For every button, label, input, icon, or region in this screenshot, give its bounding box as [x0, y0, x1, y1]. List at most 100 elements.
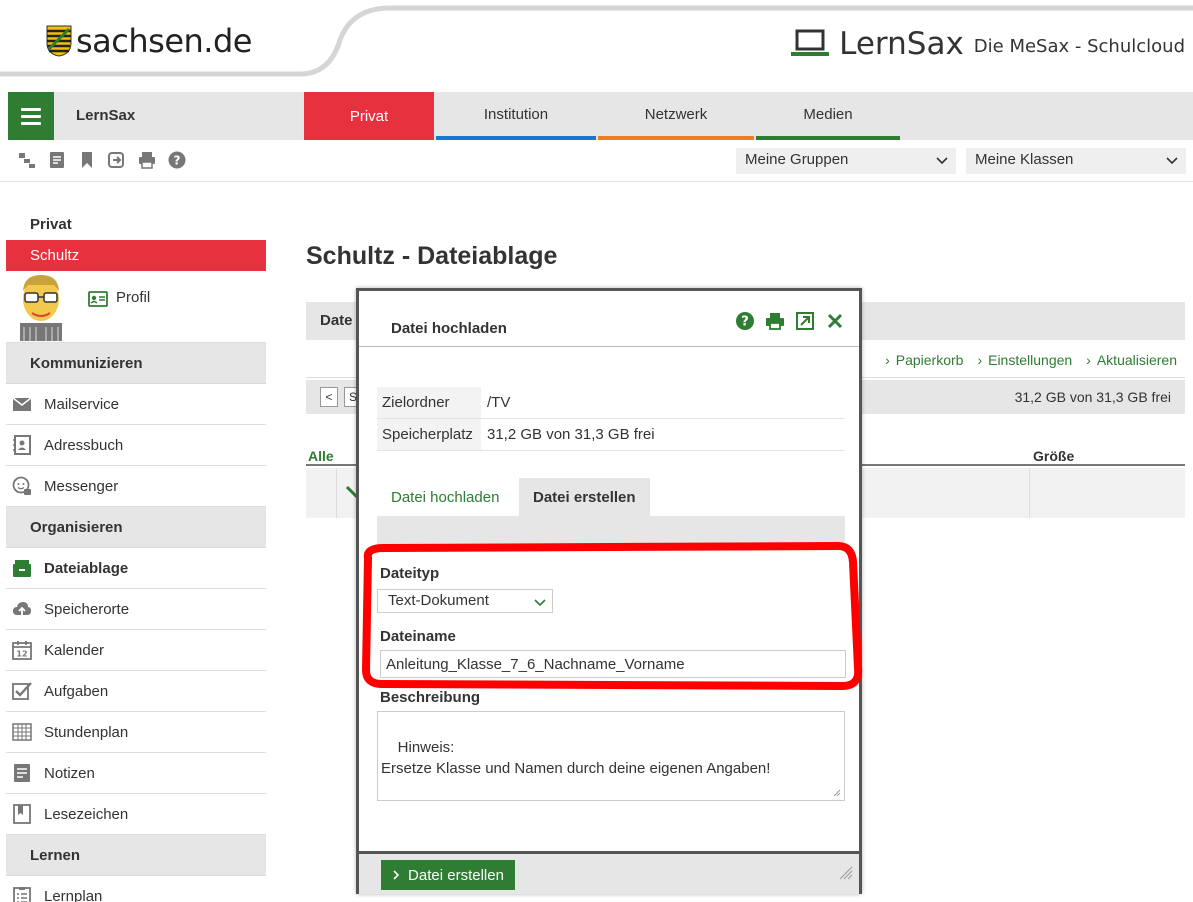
- chevron-down-icon: [534, 599, 546, 607]
- description-text: Hinweis: Ersetze Klasse und Namen durch …: [381, 739, 771, 777]
- tab-content-strip: [377, 516, 845, 546]
- chevron-down-icon: [1166, 157, 1178, 165]
- filetype-select[interactable]: Text-Dokument: [377, 589, 553, 613]
- help-icon[interactable]: ?: [735, 311, 755, 331]
- sidebar-item-dateiablage[interactable]: Dateiablage: [6, 548, 266, 589]
- pager-prev-button[interactable]: <: [320, 387, 338, 407]
- tab-privat[interactable]: Privat: [304, 92, 434, 140]
- column-size[interactable]: Größe: [1033, 448, 1074, 464]
- tab-medien[interactable]: Medien: [756, 92, 900, 140]
- tab-netzwerk[interactable]: Netzwerk: [598, 92, 754, 140]
- dialog-title: Datei hochladen: [391, 320, 507, 337]
- sidebar-item-label: Stundenplan: [44, 723, 129, 741]
- sidebar-item-messenger[interactable]: Messenger: [6, 466, 266, 507]
- svg-text:?: ?: [174, 154, 181, 168]
- upload-dialog: Datei hochladen ? Zielordner /TV Speiche…: [356, 288, 862, 894]
- section-kommunizieren: Kommunizieren: [6, 343, 266, 384]
- menu-button[interactable]: [8, 92, 54, 140]
- dialog-header: Datei hochladen ?: [359, 291, 859, 347]
- action-aktualisieren[interactable]: Aktualisieren: [1086, 352, 1177, 368]
- info-row-target-folder: Zielordner /TV: [377, 387, 845, 419]
- profile-label: Profil: [116, 289, 151, 306]
- tab-institution[interactable]: Institution: [436, 92, 596, 140]
- sidebar-item-stundenplan[interactable]: Stundenplan: [6, 712, 266, 753]
- info-row-storage: Speicherplatz 31,2 GB von 31,3 GB frei: [377, 419, 845, 451]
- create-file-button[interactable]: Datei erstellen: [381, 860, 515, 890]
- sidebar-item-adressbuch[interactable]: Adressbuch: [6, 425, 266, 466]
- groups-select[interactable]: Meine Gruppen: [736, 148, 956, 174]
- logout-icon[interactable]: [108, 151, 126, 169]
- filename-input[interactable]: [380, 650, 846, 678]
- lernplan-icon: [13, 887, 31, 902]
- help-icon[interactable]: ?: [168, 151, 186, 169]
- resize-grip-icon[interactable]: [837, 864, 853, 880]
- sidebar-item-label: Notizen: [44, 764, 95, 782]
- sidebar-item-mailservice[interactable]: Mailservice: [6, 384, 266, 425]
- bookmark-book-icon: [13, 804, 31, 824]
- addressbook-icon: [13, 435, 31, 455]
- bookmark-icon[interactable]: [78, 151, 96, 169]
- page-title: Schultz - Dateiablage: [306, 242, 558, 270]
- checklist-icon: [12, 682, 32, 700]
- sidebar-item-label: Aufgaben: [44, 682, 109, 700]
- resize-grip-icon[interactable]: [831, 787, 841, 797]
- sidebar-item-label: Lesezeichen: [44, 805, 129, 823]
- lernsax-brand[interactable]: LernSax Die MeSax - Schulcloud: [791, 26, 1185, 62]
- filetype-label: Dateityp: [380, 565, 440, 582]
- mail-icon: [12, 397, 32, 411]
- filename-label: Dateiname: [380, 628, 456, 645]
- main-navigation: LernSax Privat Institution Netzwerk Medi…: [8, 92, 1193, 140]
- profile-card-icon: [88, 291, 108, 307]
- sidebar-item-label: Speicherorte: [44, 600, 130, 618]
- avatar[interactable]: [14, 271, 68, 341]
- sidebar-item-speicherorte[interactable]: Speicherorte: [6, 589, 266, 630]
- sidebar-item-notizen[interactable]: Notizen: [6, 753, 266, 794]
- chevron-right-icon: [393, 870, 400, 880]
- print-icon[interactable]: [138, 151, 156, 169]
- profile-row[interactable]: Profil: [6, 271, 266, 343]
- brand-tagline: Die MeSax - Schulcloud: [973, 35, 1185, 57]
- description-textarea[interactable]: Hinweis: Ersetze Klasse und Namen durch …: [377, 711, 845, 801]
- sidebar-item-aufgaben[interactable]: Aufgaben: [6, 671, 266, 712]
- sidebar-item-lernplan[interactable]: Lernplan: [6, 876, 266, 902]
- laptop-icon: [791, 29, 830, 56]
- select-all-link[interactable]: Alle: [308, 448, 334, 464]
- action-einstellungen[interactable]: Einstellungen: [977, 352, 1072, 368]
- sidebar-item-schultz[interactable]: Schultz: [6, 240, 266, 271]
- action-papierkorb[interactable]: Papierkorb: [885, 352, 964, 368]
- sidebar-heading: Privat: [30, 216, 72, 233]
- print-icon[interactable]: [765, 311, 785, 331]
- calendar-icon: 12: [12, 641, 32, 660]
- site-header: sachsen.de LernSax Die MeSax - Schulclou…: [0, 0, 1193, 80]
- tab-datei-hochladen[interactable]: Datei hochladen: [377, 478, 513, 516]
- close-icon[interactable]: [825, 311, 845, 331]
- external-link-icon[interactable]: [795, 311, 815, 331]
- info-key: Zielordner: [377, 387, 481, 418]
- sidebar-item-lesezeichen[interactable]: Lesezeichen: [6, 794, 266, 835]
- sidebar-item-label: Lernplan: [44, 887, 103, 902]
- info-value: /TV: [487, 394, 511, 411]
- cloud-upload-icon: [13, 602, 31, 616]
- sidebar-item-label: Kalender: [44, 641, 105, 659]
- groups-select-value: Meine Gruppen: [745, 151, 849, 168]
- section-lernen: Lernen: [6, 835, 266, 876]
- svg-text:?: ?: [741, 315, 749, 330]
- classes-select-value: Meine Klassen: [975, 151, 1074, 168]
- dialog-info-table: Zielordner /TV Speicherplatz 31,2 GB von…: [377, 387, 845, 451]
- sachsen-logo[interactable]: sachsen.de: [46, 22, 252, 60]
- chevron-down-icon: [936, 157, 948, 165]
- notes-icon[interactable]: [48, 151, 66, 169]
- notes-icon: [14, 764, 30, 782]
- info-value: 31,2 GB von 31,3 GB frei: [487, 426, 655, 443]
- sidebar-item-kalender[interactable]: 12 Kalender: [6, 630, 266, 671]
- storage-quota: 31,2 GB von 31,3 GB frei: [1014, 389, 1171, 405]
- classes-select[interactable]: Meine Klassen: [966, 148, 1186, 174]
- timetable-icon: [12, 723, 32, 741]
- sitemap-icon[interactable]: [18, 151, 36, 169]
- svg-text:12: 12: [16, 650, 27, 659]
- info-key: Speicherplatz: [377, 419, 481, 450]
- brand-name: LernSax: [839, 26, 964, 62]
- sidebar-item-label: Adressbuch: [44, 436, 124, 454]
- sidebar-item-label: Dateiablage: [44, 559, 129, 577]
- tab-datei-erstellen[interactable]: Datei erstellen: [519, 478, 650, 516]
